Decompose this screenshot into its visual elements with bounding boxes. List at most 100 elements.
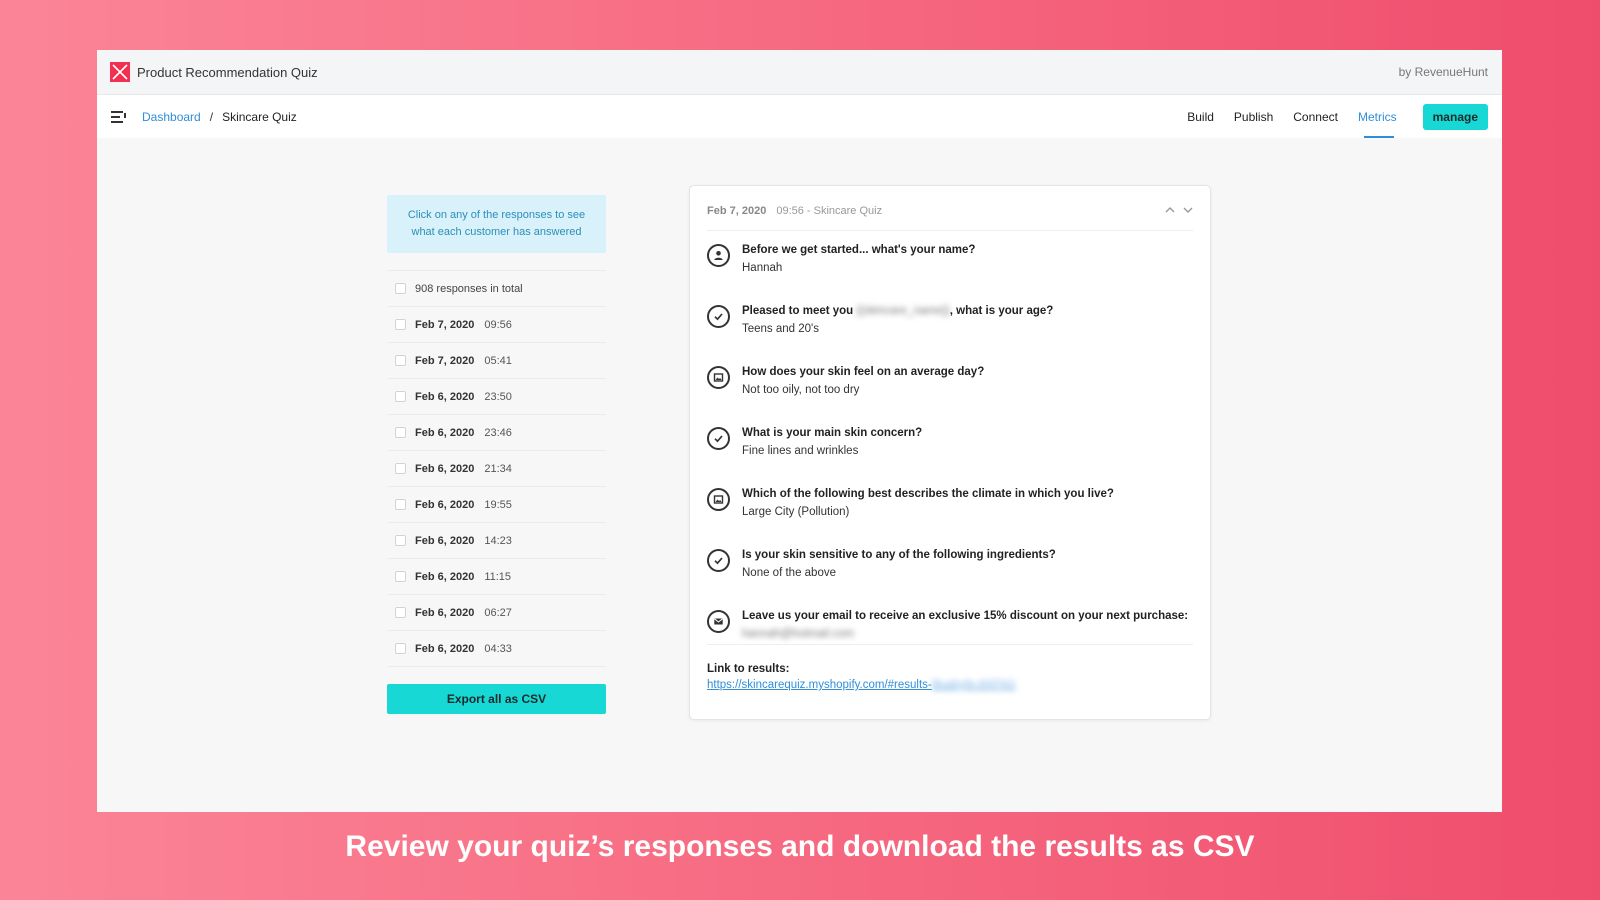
app-window: Product Recommendation Quiz by RevenueHu… bbox=[97, 50, 1502, 812]
response-date: Feb 6, 2020 bbox=[415, 426, 475, 439]
response-row[interactable]: Feb 7, 2020 09:56 bbox=[387, 307, 606, 343]
response-checkbox[interactable] bbox=[395, 427, 406, 438]
question-text: Before we get started... what's your nam… bbox=[742, 244, 976, 256]
question-text: Which of the following best describes th… bbox=[742, 488, 1114, 500]
answer-item: Pleased to meet you {{skincare_name}}, w… bbox=[707, 302, 1193, 354]
detail-header: Feb 7, 2020 09:56 - Skincare Quiz bbox=[707, 186, 1193, 231]
breadcrumb-current: Skincare Quiz bbox=[222, 109, 297, 124]
user-icon bbox=[707, 244, 730, 267]
response-checkbox[interactable] bbox=[395, 463, 406, 474]
breadcrumb-dashboard[interactable]: Dashboard bbox=[142, 110, 201, 124]
response-checkbox[interactable] bbox=[395, 391, 406, 402]
tab-build[interactable]: Build bbox=[1187, 95, 1214, 138]
response-date: Feb 7, 2020 bbox=[415, 318, 475, 331]
answer-text: Large City (Pollution) bbox=[742, 506, 850, 518]
tab-publish[interactable]: Publish bbox=[1234, 95, 1273, 138]
response-date: Feb 6, 2020 bbox=[415, 462, 475, 475]
response-detail-card: Feb 7, 2020 09:56 - Skincare Quiz Before… bbox=[689, 185, 1211, 720]
image-icon bbox=[707, 366, 730, 389]
response-list: 908 responses in total Feb 7, 2020 09:56 F… bbox=[387, 270, 606, 667]
response-checkbox[interactable] bbox=[395, 643, 406, 654]
detail-nav bbox=[1165, 205, 1193, 217]
response-time: 21:34 bbox=[484, 462, 512, 475]
response-row[interactable]: Feb 6, 2020 06:27 bbox=[387, 595, 606, 631]
check-icon bbox=[707, 305, 730, 328]
response-row[interactable]: Feb 7, 2020 05:41 bbox=[387, 343, 606, 379]
app-header: Product Recommendation Quiz by RevenueHu… bbox=[97, 50, 1502, 95]
logo-icon bbox=[110, 62, 130, 82]
nav-tabs: Build Publish Connect Metrics manage bbox=[1167, 95, 1488, 138]
tab-connect[interactable]: Connect bbox=[1293, 95, 1338, 138]
response-checkbox[interactable] bbox=[395, 319, 406, 330]
breadcrumb-separator: / bbox=[209, 109, 214, 124]
response-checkbox[interactable] bbox=[395, 607, 406, 618]
byline: by RevenueHunt bbox=[1398, 65, 1488, 79]
response-row[interactable]: Feb 6, 2020 21:34 bbox=[387, 451, 606, 487]
detail-date: Feb 7, 2020 bbox=[707, 205, 767, 217]
tab-metrics[interactable]: Metrics bbox=[1358, 95, 1397, 138]
response-time: 05:41 bbox=[484, 354, 512, 367]
response-total: 908 responses in total bbox=[415, 282, 523, 295]
question-text: Is your skin sensitive to any of the fol… bbox=[742, 549, 1056, 561]
response-time: 23:50 bbox=[484, 390, 512, 403]
results-link-label: Link to results: bbox=[707, 663, 790, 675]
answer-text: Fine lines and wrinkles bbox=[742, 445, 859, 457]
image-icon bbox=[707, 488, 730, 511]
response-time: 19:55 bbox=[484, 498, 512, 511]
response-checkbox[interactable] bbox=[395, 355, 406, 366]
response-row[interactable]: Feb 6, 2020 23:50 bbox=[387, 379, 606, 415]
chevron-up-icon[interactable] bbox=[1165, 205, 1175, 217]
answer-list: Before we get started... what's your nam… bbox=[707, 241, 1193, 659]
answer-text: Hannah bbox=[742, 262, 783, 274]
email-icon bbox=[707, 610, 730, 633]
answer-item: How does your skin feel on an average da… bbox=[707, 363, 1193, 415]
answer-text: hannah@hotmail.com bbox=[742, 628, 855, 640]
answer-text: Not too oily, not too dry bbox=[742, 384, 860, 396]
question-text: What is your main skin concern? bbox=[742, 427, 923, 439]
response-date: Feb 6, 2020 bbox=[415, 606, 475, 619]
answer-text: Teens and 20's bbox=[742, 323, 820, 335]
chevron-down-icon[interactable] bbox=[1183, 205, 1193, 217]
response-row[interactable]: Feb 6, 2020 23:46 bbox=[387, 415, 606, 451]
response-date: Feb 7, 2020 bbox=[415, 354, 475, 367]
menu-icon[interactable] bbox=[111, 110, 127, 124]
answer-item: Which of the following best describes th… bbox=[707, 485, 1193, 537]
response-row[interactable]: Feb 6, 2020 14:23 bbox=[387, 523, 606, 559]
response-checkbox[interactable] bbox=[395, 535, 406, 546]
response-time: 06:27 bbox=[484, 606, 512, 619]
detail-meta: 09:56 - Skincare Quiz bbox=[776, 205, 883, 217]
manage-button[interactable]: manage bbox=[1422, 103, 1488, 130]
check-icon bbox=[707, 427, 730, 450]
caption: Review your quiz’s responses and downloa… bbox=[345, 830, 1255, 863]
question-text: Pleased to meet you {{skincare_name}}, w… bbox=[742, 305, 1054, 317]
question-text: Leave us your email to receive an exclus… bbox=[742, 610, 1189, 622]
select-all-row[interactable]: 908 responses in total bbox=[387, 271, 606, 307]
response-row[interactable]: Feb 6, 2020 04:33 bbox=[387, 631, 606, 667]
response-date: Feb 6, 2020 bbox=[415, 498, 475, 511]
answer-text: None of the above bbox=[742, 567, 836, 579]
question-text: How does your skin feel on an average da… bbox=[742, 366, 985, 378]
app-title: Product Recommendation Quiz bbox=[137, 64, 318, 80]
response-time: 23:46 bbox=[484, 426, 512, 439]
responses-sidebar: Click on any of the responses to see wha… bbox=[387, 195, 606, 714]
response-time: 11:15 bbox=[484, 570, 512, 583]
export-csv-button[interactable]: Export all as CSV bbox=[387, 684, 606, 714]
response-row[interactable]: Feb 6, 2020 19:55 bbox=[387, 487, 606, 523]
response-checkbox[interactable] bbox=[395, 499, 406, 510]
response-date: Feb 6, 2020 bbox=[415, 390, 475, 403]
response-time: 09:56 bbox=[484, 318, 512, 331]
response-row[interactable]: Feb 6, 2020 11:15 bbox=[387, 559, 606, 595]
check-icon bbox=[707, 549, 730, 572]
response-time: 14:23 bbox=[484, 534, 512, 547]
nav-bar: Dashboard / Skincare Quiz Build Publish … bbox=[97, 95, 1502, 138]
results-link[interactable]: https://skincarequiz.myshopify.com/#resu… bbox=[707, 675, 1193, 695]
response-date: Feb 6, 2020 bbox=[415, 642, 475, 655]
answer-item: What is your main skin concern? Fine line… bbox=[707, 424, 1193, 476]
response-checkbox[interactable] bbox=[395, 571, 406, 582]
blurred-name: {{skincare_name}} bbox=[856, 305, 950, 317]
response-date: Feb 6, 2020 bbox=[415, 570, 475, 583]
select-all-checkbox[interactable] bbox=[395, 283, 406, 294]
results-link-section: Link to results: https://skincarequiz.my… bbox=[707, 644, 1193, 695]
hint-box: Click on any of the responses to see wha… bbox=[387, 195, 606, 253]
answer-item: Is your skin sensitive to any of the fol… bbox=[707, 546, 1193, 598]
